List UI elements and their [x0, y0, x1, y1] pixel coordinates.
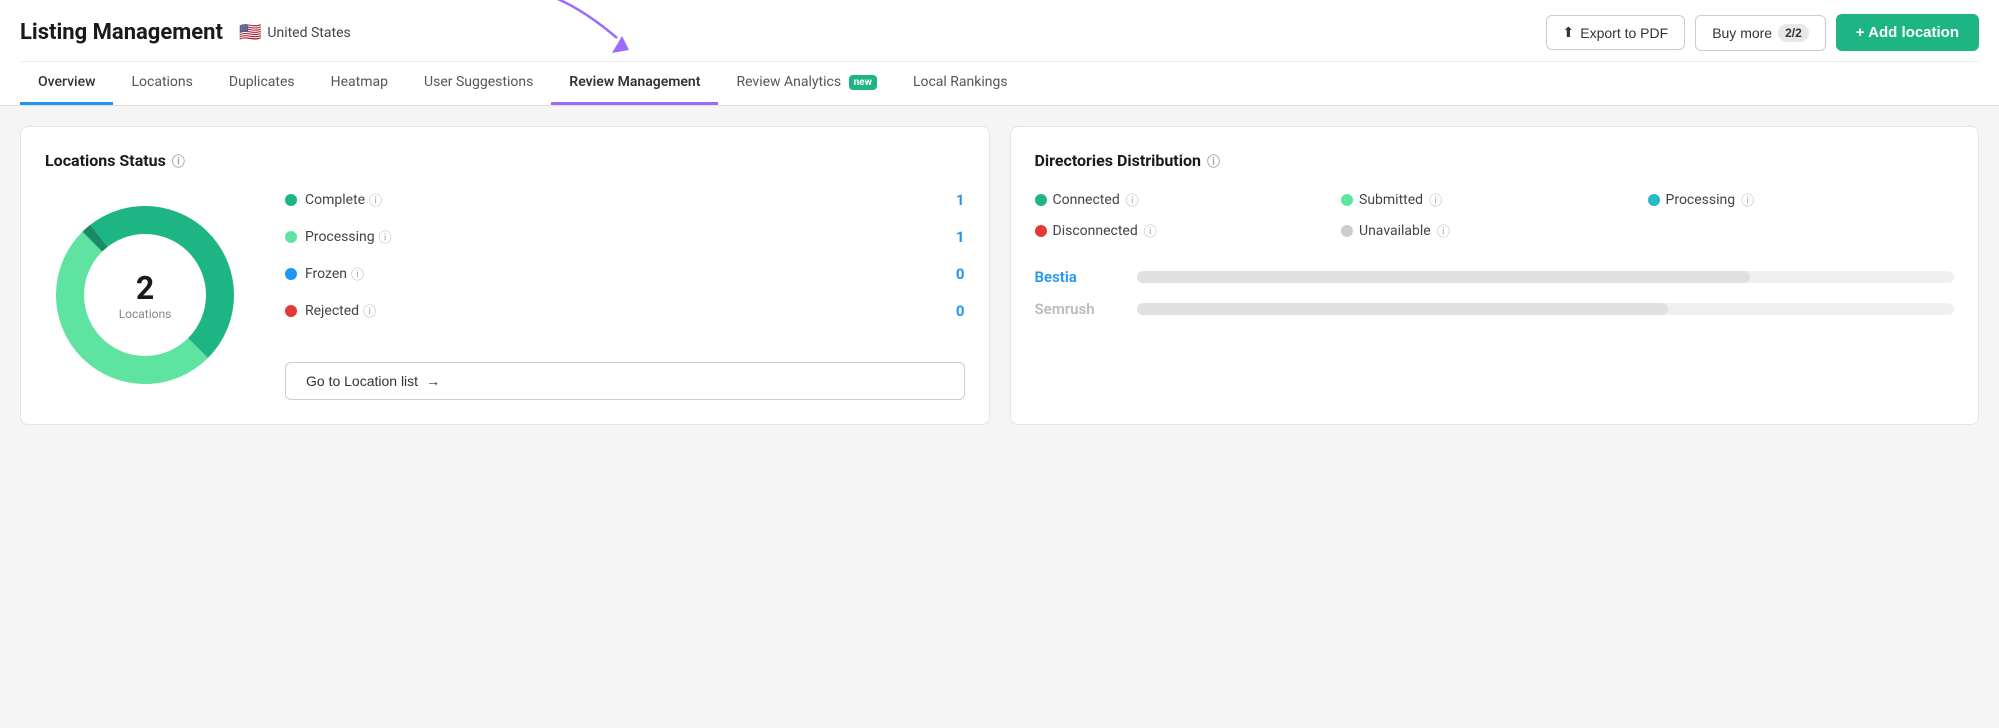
- directories-distribution-card: Directories Distribution ⓘ Connected ⓘ S…: [1010, 126, 1980, 425]
- main-nav: Overview Locations Duplicates Heatmap Us…: [20, 61, 1979, 105]
- directories-legend: Connected ⓘ Submitted ⓘ Processing ⓘ Dis…: [1035, 190, 1955, 240]
- status-item-frozen: Frozen ⓘ 0: [285, 264, 965, 283]
- status-list: Complete ⓘ 1 Processing ⓘ 1 Fr: [285, 190, 965, 400]
- tab-heatmap[interactable]: Heatmap: [313, 62, 406, 105]
- semrush-bar-track: [1137, 303, 1955, 315]
- tab-review-management[interactable]: Review Management: [551, 62, 718, 105]
- arrow-right-icon: →: [426, 373, 440, 389]
- unavailable-dot: [1341, 225, 1353, 237]
- tab-review-analytics[interactable]: Review Analytics new: [718, 62, 894, 105]
- status-item-processing: Processing ⓘ 1: [285, 227, 965, 246]
- tab-local-rankings[interactable]: Local Rankings: [895, 62, 1026, 105]
- rejected-dot: [285, 305, 297, 317]
- complete-count: 1: [945, 191, 965, 209]
- dir-legend-unavailable: Unavailable ⓘ: [1341, 221, 1648, 240]
- dir-processing-dot: [1648, 194, 1660, 206]
- bestia-bar-fill: [1137, 271, 1750, 283]
- add-location-button[interactable]: + Add location: [1836, 14, 1979, 51]
- frozen-count: 0: [945, 265, 965, 283]
- connected-info-icon[interactable]: ⓘ: [1126, 190, 1139, 209]
- app-title: Listing Management: [20, 20, 223, 45]
- submitted-dot: [1341, 194, 1353, 206]
- dir-legend-processing: Processing ⓘ: [1648, 190, 1955, 209]
- processing-info-icon[interactable]: ⓘ: [379, 227, 392, 246]
- location-name-semrush: Semrush: [1035, 300, 1125, 318]
- location-rows: Bestia Semrush: [1035, 268, 1955, 318]
- locations-status-info-icon[interactable]: ⓘ: [172, 151, 185, 170]
- directories-title: Directories Distribution ⓘ: [1035, 151, 1955, 170]
- rejected-count: 0: [945, 302, 965, 320]
- status-item-complete: Complete ⓘ 1: [285, 190, 965, 209]
- top-actions: ⬆ Export to PDF Buy more 2/2 + Add locat…: [1546, 14, 1979, 51]
- donut-total-label: Locations: [119, 307, 172, 321]
- new-badge: new: [849, 75, 877, 90]
- tab-overview[interactable]: Overview: [20, 62, 113, 105]
- location-row-bestia: Bestia: [1035, 268, 1955, 286]
- submitted-info-icon[interactable]: ⓘ: [1429, 190, 1442, 209]
- flag-icon: 🇺🇸: [239, 22, 261, 43]
- rejected-info-icon[interactable]: ⓘ: [363, 301, 376, 320]
- buy-more-count-badge: 2/2: [1778, 24, 1809, 42]
- bestia-bar-track: [1137, 271, 1955, 283]
- disconnected-info-icon[interactable]: ⓘ: [1144, 221, 1157, 240]
- connected-dot: [1035, 194, 1047, 206]
- processing-count: 1: [945, 228, 965, 246]
- complete-dot: [285, 194, 297, 206]
- locations-status-title: Locations Status ⓘ: [45, 151, 965, 170]
- main-content: Locations Status ⓘ 2 Locations: [0, 106, 1999, 445]
- dir-legend-connected: Connected ⓘ: [1035, 190, 1342, 209]
- location-row-semrush: Semrush: [1035, 300, 1955, 318]
- frozen-info-icon[interactable]: ⓘ: [351, 264, 364, 283]
- locations-status-content: 2 Locations Complete ⓘ 1 Proces: [45, 190, 965, 400]
- donut-chart: 2 Locations: [45, 195, 245, 395]
- tab-locations[interactable]: Locations: [113, 62, 210, 105]
- status-item-rejected: Rejected ⓘ 0: [285, 301, 965, 320]
- upload-icon: ⬆: [1563, 24, 1575, 41]
- tab-user-suggestions[interactable]: User Suggestions: [406, 62, 551, 105]
- dir-legend-submitted: Submitted ⓘ: [1341, 190, 1648, 209]
- directories-info-icon[interactable]: ⓘ: [1207, 151, 1220, 170]
- frozen-dot: [285, 268, 297, 280]
- complete-info-icon[interactable]: ⓘ: [369, 190, 382, 209]
- semrush-bar-fill: [1137, 303, 1668, 315]
- location-name-bestia[interactable]: Bestia: [1035, 268, 1125, 286]
- export-pdf-button[interactable]: ⬆ Export to PDF: [1546, 15, 1686, 50]
- donut-total-number: 2: [119, 269, 172, 307]
- unavailable-info-icon[interactable]: ⓘ: [1437, 221, 1450, 240]
- tab-duplicates[interactable]: Duplicates: [211, 62, 313, 105]
- goto-location-list-button[interactable]: Go to Location list →: [285, 362, 965, 400]
- dir-legend-disconnected: Disconnected ⓘ: [1035, 221, 1342, 240]
- country-label: United States: [267, 25, 350, 41]
- locations-status-card: Locations Status ⓘ 2 Locations: [20, 126, 990, 425]
- processing-dot: [285, 231, 297, 243]
- disconnected-dot: [1035, 225, 1047, 237]
- dir-processing-info-icon[interactable]: ⓘ: [1741, 190, 1754, 209]
- country-selector[interactable]: 🇺🇸 United States: [239, 22, 351, 43]
- donut-center: 2 Locations: [119, 269, 172, 321]
- buy-more-button[interactable]: Buy more 2/2: [1695, 15, 1826, 51]
